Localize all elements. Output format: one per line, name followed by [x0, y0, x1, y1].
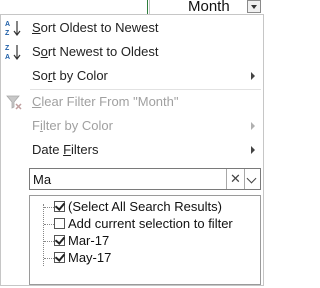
date-filters-item[interactable]: Date Filters	[1, 138, 263, 162]
clear-search-button[interactable]: ✕	[226, 169, 244, 189]
sort-newest-to-oldest-item[interactable]: Z A Sort Newest to Oldest	[1, 40, 263, 64]
svg-text:Z: Z	[5, 30, 10, 37]
svg-text:A: A	[5, 21, 10, 28]
sort-descending-icon: Z A	[5, 45, 21, 61]
column-header-label: Month	[188, 0, 230, 15]
date-filters-label: Date Filters	[32, 142, 99, 157]
list-item-label: (Select All Search Results)	[68, 199, 222, 214]
submenu-arrow-icon	[251, 122, 255, 130]
sort-by-color-item[interactable]: Sort by Color	[1, 64, 263, 88]
submenu-arrow-icon	[251, 146, 255, 154]
svg-text:Z: Z	[5, 45, 10, 52]
clear-filter-icon	[6, 95, 22, 110]
list-item-label: Add current selection to filter	[68, 216, 233, 231]
sort-by-color-label: Sort by Color	[32, 68, 108, 83]
clear-filter-label: Clear Filter From "Month"	[32, 94, 179, 109]
list-item-label: May-17	[68, 250, 112, 265]
filter-dropdown-button[interactable]	[247, 0, 261, 13]
sort-newest-label: Sort Newest to Oldest	[32, 44, 159, 59]
svg-text:A: A	[5, 54, 10, 61]
sort-oldest-label: Sort Oldest to Newest	[32, 20, 159, 35]
checkbox[interactable]	[54, 201, 65, 212]
column-header-month[interactable]: Month	[149, 0, 265, 15]
list-item[interactable]: (Select All Search Results)	[30, 199, 260, 215]
filter-by-color-label: Filter by Color	[32, 118, 113, 133]
list-item[interactable]: Add current selection to filter	[30, 216, 260, 232]
list-item-label: Mar-17	[68, 233, 110, 248]
filter-by-color-item: Filter by Color	[1, 114, 263, 138]
list-item[interactable]: Mar-17	[30, 233, 260, 249]
selected-cell-border	[147, 0, 148, 14]
clear-filter-item: Clear Filter From "Month"	[1, 90, 263, 114]
autofilter-menu: A Z Sort Oldest to Newest Z A Sort Newes…	[0, 14, 264, 286]
sheet-header-strip: Month	[0, 0, 266, 15]
checkbox[interactable]	[54, 218, 65, 229]
search-options-dropdown[interactable]	[244, 169, 261, 189]
checkbox[interactable]	[54, 235, 65, 246]
checkbox[interactable]	[54, 252, 65, 263]
sort-ascending-icon: A Z	[5, 21, 21, 37]
filter-search-box[interactable]: ✕	[29, 168, 261, 190]
sort-oldest-to-newest-item[interactable]: A Z Sort Oldest to Newest	[1, 16, 263, 40]
submenu-arrow-icon	[251, 72, 255, 80]
list-item[interactable]: May-17	[30, 250, 260, 266]
filter-values-list[interactable]: (Select All Search Results) Add current …	[29, 195, 261, 285]
search-input[interactable]	[33, 170, 223, 188]
